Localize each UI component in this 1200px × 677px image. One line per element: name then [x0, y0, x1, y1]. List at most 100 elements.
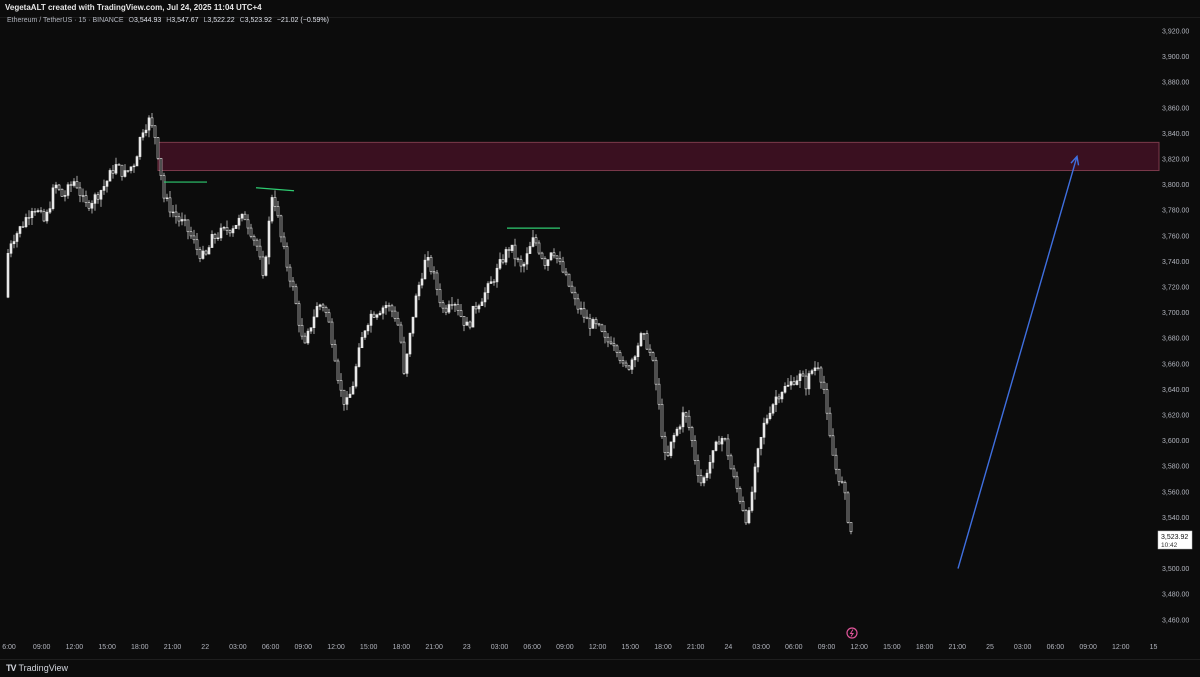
supply-zone[interactable] [157, 141, 1160, 172]
x-tick-label: 09:00 [33, 644, 51, 651]
candle-body [696, 460, 700, 476]
candle-body [63, 195, 67, 197]
candle-body [294, 286, 298, 304]
candle-body [120, 164, 124, 177]
candle-body [636, 345, 640, 358]
candle-body [264, 256, 268, 276]
candle-body [765, 418, 769, 424]
candle-body [81, 195, 85, 197]
candle-body [489, 281, 493, 284]
candle-body [207, 247, 211, 255]
y-tick-label: 3,700.00 [1162, 310, 1189, 317]
price-chart[interactable]: 3,920.00 3,900.00 3,880.00 3,860.00 3,840.00… [0, 17, 1200, 659]
candle-body [423, 259, 427, 280]
candle-body [246, 219, 250, 229]
candle-body [498, 259, 502, 269]
candle-body [177, 216, 181, 222]
candle-body [792, 381, 796, 385]
y-tick-label: 3,720.00 [1162, 285, 1189, 292]
candle-body [258, 245, 262, 258]
candle-body [708, 461, 712, 474]
candle-body [819, 367, 823, 383]
y-tick-label: 3,900.00 [1162, 54, 1189, 61]
x-tick-label: 12:00 [66, 644, 84, 651]
candle-body [150, 117, 154, 127]
x-tick-label: 15:00 [883, 644, 901, 651]
resistance-level-line[interactable] [255, 187, 295, 192]
candle-body [621, 360, 625, 364]
candle-body [531, 237, 535, 247]
candle-body [186, 219, 190, 233]
candle-body [351, 385, 355, 395]
candle-body [441, 302, 445, 309]
candle-body [15, 233, 19, 242]
candle-body [657, 383, 661, 405]
candle-body [762, 422, 766, 438]
candle-body [477, 305, 481, 310]
candle-body [744, 510, 748, 524]
candle-body [330, 321, 334, 345]
candle-body [393, 310, 397, 319]
candle-body [114, 164, 118, 174]
candle-body [486, 283, 490, 293]
projection-arrow[interactable] [957, 156, 1078, 569]
candle-body [291, 280, 295, 288]
symbol-legend: Ethereum / TetherUS · 15 · BINANCE O3,54… [7, 17, 329, 24]
candle-body [546, 259, 550, 266]
candle-body [807, 373, 811, 390]
candle-body [357, 347, 361, 367]
candle-body [654, 359, 658, 385]
candle-body [780, 391, 784, 400]
candle-body [39, 210, 43, 212]
candle-body [198, 249, 202, 259]
candle-body [303, 335, 307, 344]
y-tick-label: 3,560.00 [1162, 489, 1189, 496]
candle-body [12, 241, 16, 245]
candle-body [354, 366, 358, 387]
x-tick-label: 21:00 [164, 644, 182, 651]
candle-body [666, 452, 670, 456]
candle-body [579, 308, 583, 310]
candle-body [525, 253, 529, 265]
candle-body [603, 331, 607, 338]
candle-body [30, 211, 34, 219]
candle-body [801, 373, 805, 377]
candle-body [828, 412, 832, 437]
candle-body [849, 522, 853, 532]
candle-body [168, 197, 172, 213]
candle-body [843, 481, 847, 494]
x-tick-label: 15 [1150, 644, 1158, 651]
candle-body [36, 210, 40, 212]
candle-body [789, 381, 793, 386]
candle-body [111, 170, 115, 174]
tradingview-brand[interactable]: TV TradingView [6, 663, 68, 673]
candle-body [429, 257, 433, 272]
candle-body [324, 307, 328, 313]
x-tick-label: 21:00 [687, 644, 705, 651]
candle-body [213, 234, 217, 239]
candle-body [51, 187, 55, 209]
candle-body [675, 428, 679, 436]
tradingview-brand-text: TradingView [18, 663, 69, 673]
candle-body [411, 316, 415, 334]
candle-body [678, 426, 682, 430]
candle-body [261, 256, 265, 276]
candle-body [72, 181, 76, 186]
x-tick-label: 09:00 [818, 644, 836, 651]
alert-clock-icon[interactable] [846, 627, 858, 639]
candle-body [516, 258, 520, 260]
candle-body [840, 481, 844, 483]
x-tick-label: 06:00 [523, 644, 541, 651]
candle-body [453, 304, 457, 306]
candle-body [756, 448, 760, 468]
chart-area[interactable]: 3,920.00 3,900.00 3,880.00 3,860.00 3,840.00… [0, 17, 1200, 659]
candle-body [771, 404, 775, 414]
candle-body [405, 353, 409, 374]
change-value: −21.02 (−0.59%) [276, 17, 329, 24]
y-tick-label: 3,580.00 [1162, 464, 1189, 471]
candle-body [705, 472, 709, 478]
candle-body [282, 236, 286, 247]
candle-body [156, 137, 160, 159]
x-tick-label: 03:00 [229, 644, 247, 651]
candle-body [267, 220, 271, 258]
